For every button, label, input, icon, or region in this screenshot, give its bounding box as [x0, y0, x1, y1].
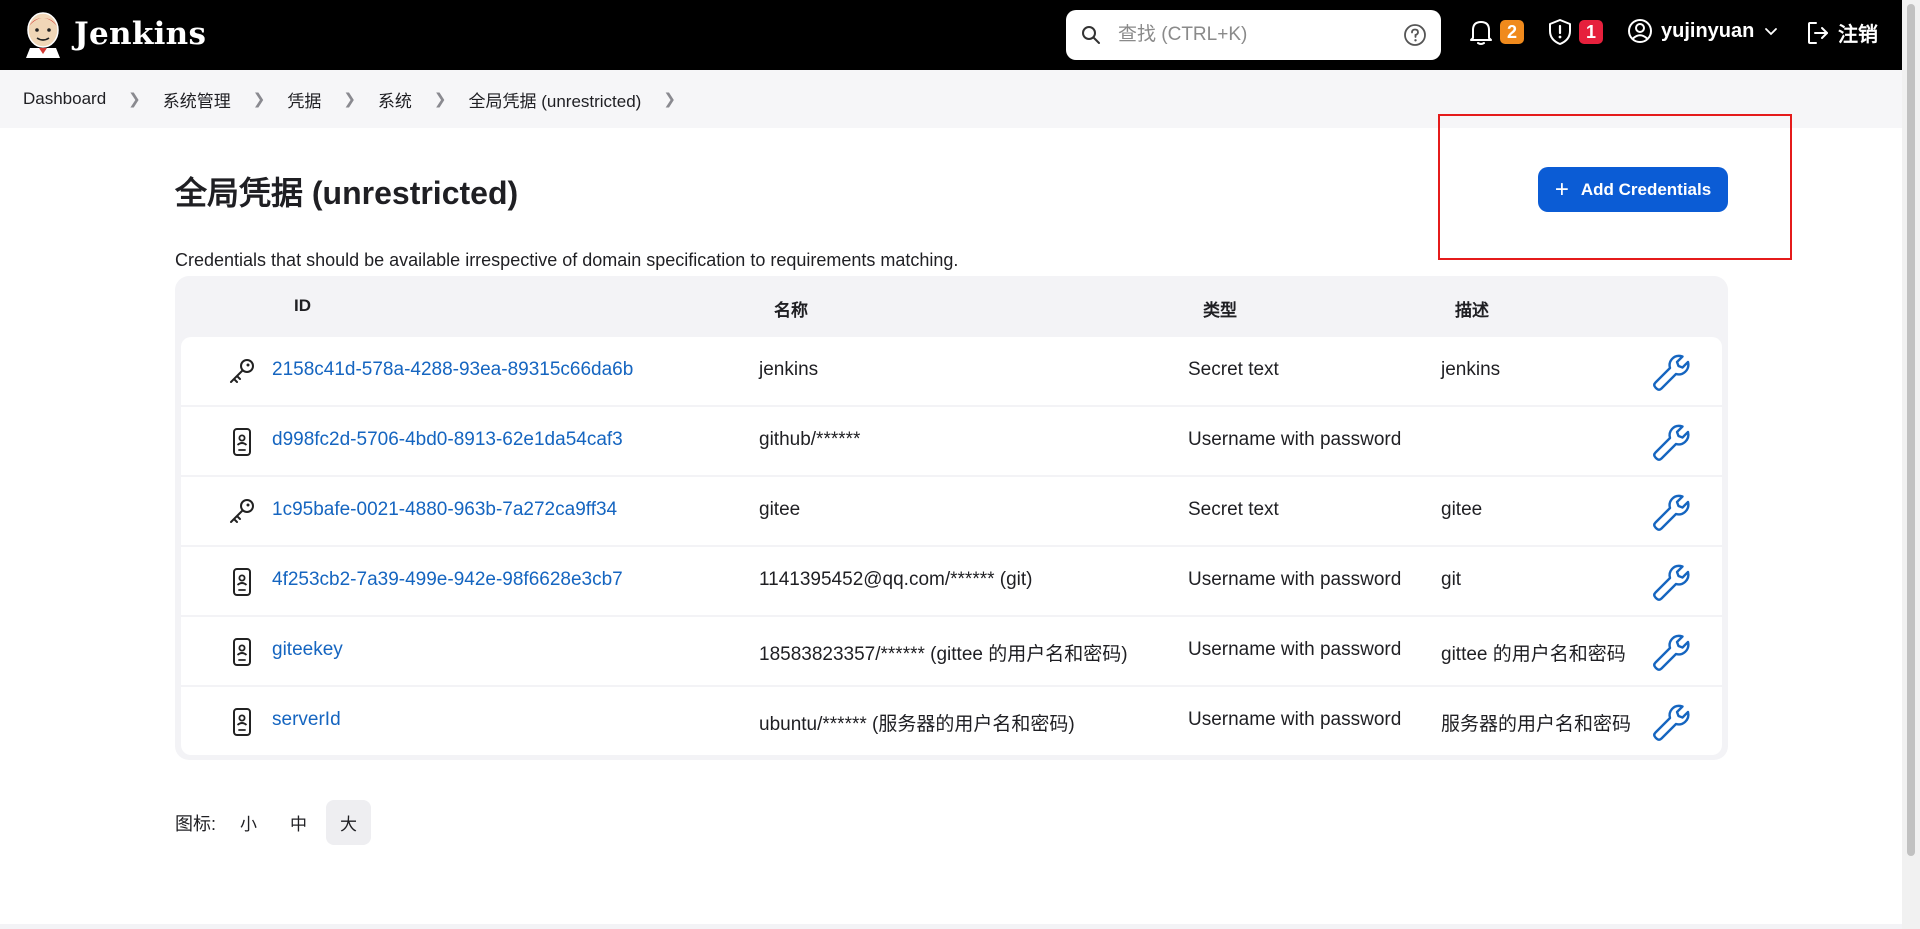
icon-size-selector: 图标: 小 中 大 — [175, 800, 376, 845]
breadcrumb-credentials[interactable]: 凭据 — [287, 87, 321, 112]
credentials-table: ID 名称 类型 描述 2158c41d-578a-4288-93ea-8931… — [175, 276, 1728, 760]
chevron-right-icon: ❯ — [252, 91, 266, 108]
bell-icon — [1470, 21, 1492, 45]
add-credentials-label: Add Credentials — [1580, 179, 1712, 199]
credential-type: Username with password — [1188, 569, 1402, 590]
credential-name: 1141395452@qq.com/****** (git) — [759, 569, 1033, 590]
wrench-icon[interactable] — [1651, 561, 1691, 601]
credential-id-link[interactable]: 4f253cb2-7a39-499e-942e-98f6628e3cb7 — [272, 569, 623, 591]
credential-id-link[interactable]: giteekey — [272, 639, 343, 661]
user-password-icon — [228, 637, 256, 672]
security-button[interactable]: 1 — [1547, 18, 1603, 46]
page-title: 全局凭据 (unrestricted) — [175, 175, 519, 211]
credential-description: 服务器的用户名和密码 — [1441, 714, 1632, 735]
breadcrumb-global-credentials[interactable]: 全局凭据 (unrestricted) — [468, 87, 641, 112]
user-name: yujinyuan — [1661, 19, 1755, 42]
credential-id-link[interactable]: d998fc2d-5706-4bd0-8913-62e1da54caf3 — [272, 429, 623, 451]
icon-size-large[interactable]: 大 — [326, 800, 372, 845]
credential-description: git — [1441, 569, 1462, 590]
credential-description: gittee 的用户名和密码 — [1441, 644, 1626, 665]
notifications-badge: 2 — [1500, 20, 1524, 44]
credential-id-link[interactable]: 1c95bafe-0021-4880-963b-7a272ca9ff34 — [272, 499, 617, 521]
user-menu[interactable]: yujinyuan — [1627, 18, 1780, 44]
wrench-icon[interactable] — [1651, 351, 1691, 391]
credential-description: jenkins — [1441, 359, 1501, 380]
credential-id-link[interactable]: serverId — [272, 709, 341, 731]
wrench-icon[interactable] — [1651, 631, 1691, 671]
column-header-name[interactable]: 名称 — [774, 296, 808, 321]
add-credentials-button[interactable]: + Add Credentials — [1538, 167, 1728, 212]
chevron-right-icon: ❯ — [128, 91, 141, 108]
top-header: Jenkins 2 1 yu — [0, 0, 1902, 70]
chevron-down-icon — [1765, 28, 1778, 36]
notifications-button[interactable]: 2 — [1468, 18, 1524, 46]
logout-icon — [1808, 21, 1828, 44]
table-row: 2158c41d-578a-4288-93ea-89315c66da6b jen… — [181, 337, 1722, 405]
credential-description: gitee — [1441, 499, 1483, 520]
search-input[interactable] — [1116, 20, 1386, 50]
breadcrumb-system[interactable]: 系统 — [378, 87, 412, 112]
user-password-icon — [228, 567, 256, 602]
jenkins-logo-icon — [26, 12, 60, 58]
wrench-icon[interactable] — [1651, 701, 1691, 741]
credential-name: github/****** — [759, 429, 861, 450]
credential-type: Username with password — [1188, 639, 1402, 660]
column-header-description[interactable]: 描述 — [1455, 296, 1489, 321]
table-row: serverId ubuntu/****** (服务器的用户名和密码) User… — [181, 687, 1722, 755]
user-avatar-icon — [1628, 19, 1652, 43]
wrench-icon[interactable] — [1651, 421, 1691, 461]
table-row: 4f253cb2-7a39-499e-942e-98f6628e3cb7 114… — [181, 547, 1722, 615]
table-row: giteekey 18583823357/****** (gittee 的用户名… — [181, 617, 1722, 685]
key-icon — [228, 357, 256, 390]
shield-icon — [1549, 19, 1571, 45]
credential-type: Username with password — [1188, 709, 1402, 730]
user-password-icon — [228, 707, 256, 742]
credential-type: Secret text — [1188, 359, 1279, 380]
icon-size-label: 图标: — [175, 813, 217, 834]
help-icon[interactable] — [1403, 23, 1427, 47]
credential-name: 18583823357/****** (gittee 的用户名和密码) — [759, 644, 1128, 665]
credential-name: gitee — [759, 499, 801, 520]
credential-type: Secret text — [1188, 499, 1279, 520]
credential-id-link[interactable]: 2158c41d-578a-4288-93ea-89315c66da6b — [272, 359, 633, 381]
table-row: 1c95bafe-0021-4880-963b-7a272ca9ff34 git… — [181, 477, 1722, 545]
credential-name: jenkins — [759, 359, 819, 380]
logout-button[interactable]: 注销 — [1806, 18, 1878, 47]
credential-type: Username with password — [1188, 429, 1402, 450]
icon-size-medium[interactable]: 中 — [276, 800, 321, 845]
user-password-icon — [228, 427, 256, 462]
key-icon — [228, 497, 256, 530]
scrollbar-thumb[interactable] — [1907, 4, 1915, 856]
wrench-icon[interactable] — [1651, 491, 1691, 531]
app-name: Jenkins — [74, 16, 207, 52]
chevron-right-icon: ❯ — [343, 91, 356, 108]
column-header-id[interactable]: ID — [294, 296, 311, 316]
icon-size-small[interactable]: 小 — [226, 800, 271, 845]
column-header-type[interactable]: 类型 — [1203, 296, 1237, 321]
plus-icon: + — [1554, 175, 1569, 203]
security-badge: 1 — [1579, 20, 1603, 44]
logout-label: 注销 — [1838, 24, 1878, 46]
chevron-right-icon[interactable]: ❯ — [663, 90, 676, 108]
footer-divider — [0, 924, 1902, 929]
breadcrumb-dashboard[interactable]: Dashboard — [23, 89, 106, 109]
search-icon — [1082, 26, 1100, 44]
chevron-right-icon: ❯ — [433, 91, 447, 108]
jenkins-home-link[interactable]: Jenkins — [22, 10, 206, 58]
breadcrumb-manage[interactable]: 系统管理 — [163, 87, 231, 112]
table-row: d998fc2d-5706-4bd0-8913-62e1da54caf3 git… — [181, 407, 1722, 475]
credential-name: ubuntu/****** (服务器的用户名和密码) — [759, 714, 1075, 735]
vertical-scrollbar[interactable] — [1902, 0, 1920, 929]
page-description: Credentials that should be available irr… — [175, 250, 959, 270]
search-box[interactable] — [1066, 10, 1441, 60]
